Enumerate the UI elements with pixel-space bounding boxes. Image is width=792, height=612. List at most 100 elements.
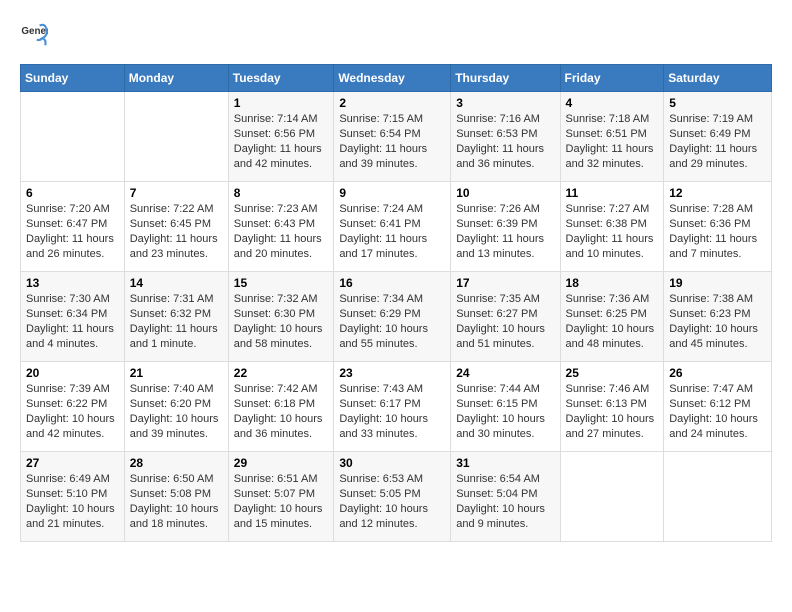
day-number: 30: [339, 456, 445, 470]
day-number: 5: [669, 96, 766, 110]
calendar-cell: 13Sunrise: 7:30 AMSunset: 6:34 PMDayligh…: [21, 272, 125, 362]
day-info: Sunrise: 7:27 AMSunset: 6:38 PMDaylight:…: [566, 202, 659, 261]
day-number: 1: [234, 96, 329, 110]
calendar-cell: 30 Sunrise: 6:53 AMSunset: 5:05 PMDayligh…: [334, 452, 451, 542]
calendar-cell: 1 Sunrise: 7:14 AMSunset: 6:56 PMDaylight…: [228, 92, 334, 182]
calendar-cell: 2Sunrise: 7:15 AMSunset: 6:54 PMDaylight…: [334, 92, 451, 182]
day-info: Sunrise: 7:23 AMSunset: 6:43 PMDaylight:…: [234, 202, 329, 261]
calendar-cell: 26Sunrise: 7:47 AMSunset: 6:12 PMDayligh…: [664, 362, 772, 452]
day-info: Sunrise: 6:53 AMSunset: 5:05 PMDaylight:…: [339, 472, 445, 531]
day-info: Sunrise: 6:49 AMSunset: 5:10 PMDaylight:…: [26, 472, 119, 531]
calendar-cell: 19 Sunrise: 7:38 AMSunset: 6:23 PMDayligh…: [664, 272, 772, 362]
day-info: Sunrise: 6:54 AMSunset: 5:04 PMDaylight:…: [456, 472, 554, 531]
calendar-cell: 5 Sunrise: 7:19 AMSunset: 6:49 PMDaylight…: [664, 92, 772, 182]
day-number: 8: [234, 186, 329, 200]
calendar-body: 1 Sunrise: 7:14 AMSunset: 6:56 PMDaylight…: [21, 92, 772, 542]
calendar-cell: 22Sunrise: 7:42 AMSunset: 6:18 PMDayligh…: [228, 362, 334, 452]
day-info: Sunrise: 7:28 AMSunset: 6:36 PMDaylight:…: [669, 202, 766, 261]
calendar-header: SundayMondayTuesdayWednesdayThursdayFrid…: [21, 65, 772, 92]
day-number: 18: [566, 276, 659, 290]
day-info: Sunrise: 7:36 AMSunset: 6:25 PMDaylight:…: [566, 292, 659, 351]
day-number: 23: [339, 366, 445, 380]
calendar-cell: [560, 452, 664, 542]
day-info: Sunrise: 7:18 AMSunset: 6:51 PMDaylight:…: [566, 112, 659, 171]
calendar-cell: [21, 92, 125, 182]
day-info: Sunrise: 7:30 AMSunset: 6:34 PMDaylight:…: [26, 292, 119, 351]
calendar-cell: 11 Sunrise: 7:27 AMSunset: 6:38 PMDayligh…: [560, 182, 664, 272]
day-info: Sunrise: 7:39 AMSunset: 6:22 PMDaylight:…: [26, 382, 119, 441]
day-info: Sunrise: 7:34 AMSunset: 6:29 PMDaylight:…: [339, 292, 445, 351]
day-number: 26: [669, 366, 766, 380]
day-number: 12: [669, 186, 766, 200]
week-row-3: 13Sunrise: 7:30 AMSunset: 6:34 PMDayligh…: [21, 272, 772, 362]
calendar-cell: 21 Sunrise: 7:40 AMSunset: 6:20 PMDayligh…: [124, 362, 228, 452]
day-info: Sunrise: 6:50 AMSunset: 5:08 PMDaylight:…: [130, 472, 223, 531]
day-number: 14: [130, 276, 223, 290]
day-info: Sunrise: 7:15 AMSunset: 6:54 PMDaylight:…: [339, 112, 445, 171]
day-number: 21: [130, 366, 223, 380]
logo: General: [20, 20, 52, 48]
weekday-header-monday: Monday: [124, 65, 228, 92]
day-info: Sunrise: 7:40 AMSunset: 6:20 PMDaylight:…: [130, 382, 223, 441]
calendar-cell: 14Sunrise: 7:31 AMSunset: 6:32 PMDayligh…: [124, 272, 228, 362]
day-info: Sunrise: 7:24 AMSunset: 6:41 PMDaylight:…: [339, 202, 445, 261]
weekday-header-thursday: Thursday: [451, 65, 560, 92]
day-number: 15: [234, 276, 329, 290]
weekday-header-saturday: Saturday: [664, 65, 772, 92]
day-info: Sunrise: 7:38 AMSunset: 6:23 PMDaylight:…: [669, 292, 766, 351]
calendar-cell: 20 Sunrise: 7:39 AMSunset: 6:22 PMDayligh…: [21, 362, 125, 452]
day-number: 11: [566, 186, 659, 200]
day-number: 25: [566, 366, 659, 380]
week-row-1: 1 Sunrise: 7:14 AMSunset: 6:56 PMDaylight…: [21, 92, 772, 182]
weekday-header-row: SundayMondayTuesdayWednesdayThursdayFrid…: [21, 65, 772, 92]
day-number: 27: [26, 456, 119, 470]
week-row-2: 6 Sunrise: 7:20 AMSunset: 6:47 PMDaylight…: [21, 182, 772, 272]
day-number: 4: [566, 96, 659, 110]
calendar-cell: 15 Sunrise: 7:32 AMSunset: 6:30 PMDayligh…: [228, 272, 334, 362]
calendar-cell: 29 Sunrise: 6:51 AMSunset: 5:07 PMDayligh…: [228, 452, 334, 542]
calendar-cell: 17Sunrise: 7:35 AMSunset: 6:27 PMDayligh…: [451, 272, 560, 362]
day-info: Sunrise: 7:32 AMSunset: 6:30 PMDaylight:…: [234, 292, 329, 351]
calendar-cell: 23 Sunrise: 7:43 AMSunset: 6:17 PMDayligh…: [334, 362, 451, 452]
calendar-cell: 25 Sunrise: 7:46 AMSunset: 6:13 PMDayligh…: [560, 362, 664, 452]
calendar-cell: 16 Sunrise: 7:34 AMSunset: 6:29 PMDayligh…: [334, 272, 451, 362]
day-info: Sunrise: 7:20 AMSunset: 6:47 PMDaylight:…: [26, 202, 119, 261]
day-number: 6: [26, 186, 119, 200]
day-number: 29: [234, 456, 329, 470]
day-info: Sunrise: 6:51 AMSunset: 5:07 PMDaylight:…: [234, 472, 329, 531]
day-number: 20: [26, 366, 119, 380]
day-number: 24: [456, 366, 554, 380]
day-info: Sunrise: 7:26 AMSunset: 6:39 PMDaylight:…: [456, 202, 554, 261]
day-info: Sunrise: 7:16 AMSunset: 6:53 PMDaylight:…: [456, 112, 554, 171]
day-info: Sunrise: 7:46 AMSunset: 6:13 PMDaylight:…: [566, 382, 659, 441]
svg-text:General: General: [21, 26, 48, 37]
day-info: Sunrise: 7:14 AMSunset: 6:56 PMDaylight:…: [234, 112, 329, 171]
day-number: 16: [339, 276, 445, 290]
calendar-table: SundayMondayTuesdayWednesdayThursdayFrid…: [20, 64, 772, 542]
week-row-5: 27 Sunrise: 6:49 AMSunset: 5:10 PMDayligh…: [21, 452, 772, 542]
calendar-cell: 9Sunrise: 7:24 AMSunset: 6:41 PMDaylight…: [334, 182, 451, 272]
day-info: Sunrise: 7:19 AMSunset: 6:49 PMDaylight:…: [669, 112, 766, 171]
calendar-cell: 3 Sunrise: 7:16 AMSunset: 6:53 PMDaylight…: [451, 92, 560, 182]
calendar-cell: 24Sunrise: 7:44 AMSunset: 6:15 PMDayligh…: [451, 362, 560, 452]
day-info: Sunrise: 7:42 AMSunset: 6:18 PMDaylight:…: [234, 382, 329, 441]
logo-icon: General: [20, 20, 48, 48]
calendar-cell: 10Sunrise: 7:26 AMSunset: 6:39 PMDayligh…: [451, 182, 560, 272]
weekday-header-friday: Friday: [560, 65, 664, 92]
calendar-cell: 31 Sunrise: 6:54 AMSunset: 5:04 PMDayligh…: [451, 452, 560, 542]
calendar-cell: [664, 452, 772, 542]
calendar-cell: 12 Sunrise: 7:28 AMSunset: 6:36 PMDayligh…: [664, 182, 772, 272]
week-row-4: 20 Sunrise: 7:39 AMSunset: 6:22 PMDayligh…: [21, 362, 772, 452]
day-number: 28: [130, 456, 223, 470]
day-number: 19: [669, 276, 766, 290]
weekday-header-wednesday: Wednesday: [334, 65, 451, 92]
day-info: Sunrise: 7:22 AMSunset: 6:45 PMDaylight:…: [130, 202, 223, 261]
day-number: 31: [456, 456, 554, 470]
day-number: 3: [456, 96, 554, 110]
calendar-cell: [124, 92, 228, 182]
day-info: Sunrise: 7:35 AMSunset: 6:27 PMDaylight:…: [456, 292, 554, 351]
calendar-cell: 27 Sunrise: 6:49 AMSunset: 5:10 PMDayligh…: [21, 452, 125, 542]
calendar-cell: 4 Sunrise: 7:18 AMSunset: 6:51 PMDaylight…: [560, 92, 664, 182]
weekday-header-tuesday: Tuesday: [228, 65, 334, 92]
day-info: Sunrise: 7:43 AMSunset: 6:17 PMDaylight:…: [339, 382, 445, 441]
